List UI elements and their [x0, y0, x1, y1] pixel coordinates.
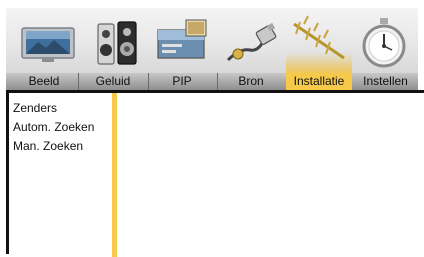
icon-strip	[6, 7, 418, 74]
tab-separator	[217, 73, 218, 90]
tab-pip[interactable]: PIP	[150, 73, 214, 90]
tv-osd-menu: Beeld Geluid PIP Bron Installatie Instel…	[6, 7, 424, 257]
submenu-list: Zenders Autom. Zoeken Man. Zoeken	[13, 99, 94, 156]
tab-bar: Beeld Geluid PIP Bron Installatie Instel…	[6, 73, 418, 90]
submenu-divider	[112, 93, 117, 257]
tab-separator	[148, 73, 149, 90]
tab-geluid[interactable]: Geluid	[80, 73, 146, 90]
tab-bron[interactable]: Bron	[219, 73, 283, 90]
antenna-icon[interactable]	[286, 14, 350, 70]
tab-beeld[interactable]: Beeld	[12, 73, 76, 90]
stopwatch-icon[interactable]	[352, 14, 416, 70]
tab-installatie[interactable]: Installatie	[286, 73, 352, 90]
speakers-icon[interactable]	[84, 14, 148, 70]
tv-icon[interactable]	[16, 14, 80, 70]
submenu-panel: Zenders Autom. Zoeken Man. Zoeken	[6, 90, 424, 257]
tab-instellen[interactable]: Instellen	[353, 73, 418, 90]
submenu-item-zenders[interactable]: Zenders	[13, 99, 94, 118]
tab-separator	[78, 73, 79, 90]
submenu-item-man-zoeken[interactable]: Man. Zoeken	[13, 137, 94, 156]
submenu-item-autom-zoeken[interactable]: Autom. Zoeken	[13, 118, 94, 137]
pip-icon[interactable]	[150, 14, 214, 70]
cable-plug-icon[interactable]	[218, 14, 282, 70]
